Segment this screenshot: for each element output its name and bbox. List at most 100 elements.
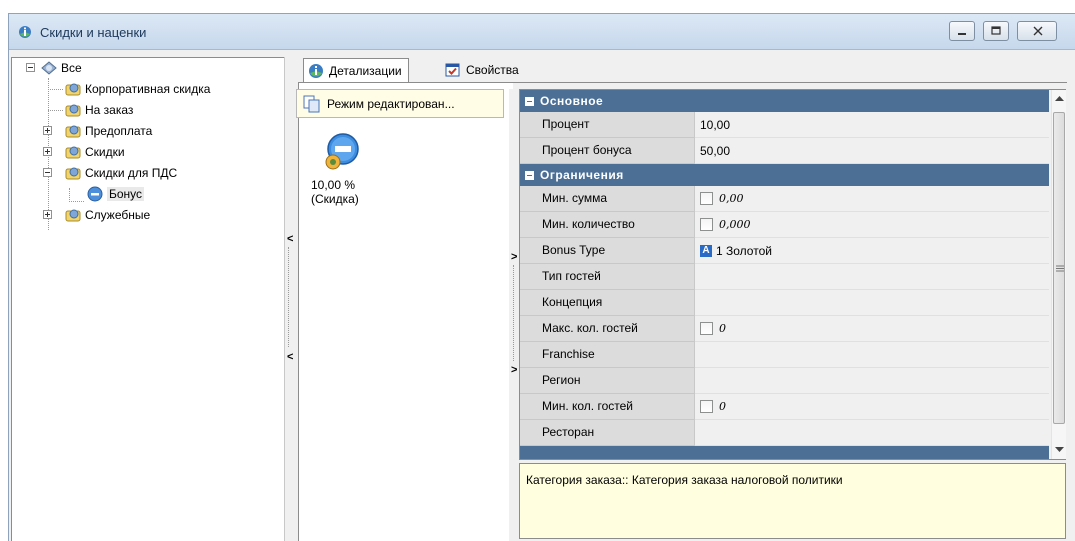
property-value[interactable]: 0 [695, 394, 1049, 420]
property-name: Регион [520, 368, 695, 394]
category-label: Ограничения [540, 168, 624, 182]
property-value[interactable]: 0,000 [695, 212, 1049, 238]
tree-item-bonus[interactable]: Бонус [86, 184, 145, 204]
collapse-left-icon[interactable]: < [287, 234, 293, 245]
discount-folder-icon [64, 80, 82, 98]
property-name: Мин. сумма [520, 186, 695, 212]
property-name: Процент бонуса [520, 138, 695, 164]
property-value[interactable]: 50,00 [695, 138, 1049, 164]
edit-mode-button[interactable]: Режим редактирован... [296, 89, 504, 118]
tab-properties[interactable]: Свойства [441, 58, 525, 82]
property-value[interactable]: A 1 Золотой [695, 238, 1049, 264]
property-row[interactable]: Процент бонуса 50,00 [520, 138, 1049, 164]
property-checkbox[interactable] [700, 400, 713, 413]
property-value[interactable]: 0 [695, 316, 1049, 342]
tree-line [48, 110, 63, 111]
title-bar: Скидки и наценки [9, 14, 1075, 50]
property-checkbox[interactable] [700, 218, 713, 231]
tree-splitter[interactable]: < < [284, 57, 293, 541]
scroll-thumb[interactable] [1053, 112, 1065, 424]
value-text: 50,00 [700, 143, 731, 158]
property-value[interactable]: 0,00 [695, 186, 1049, 212]
tree-line [48, 89, 63, 90]
scroll-up-icon[interactable] [1055, 96, 1064, 102]
discount-folder-icon [64, 101, 82, 119]
tab-label: Свойства [466, 63, 519, 77]
property-row[interactable]: Концепция [520, 290, 1049, 316]
scroll-down-icon[interactable] [1055, 447, 1064, 453]
collapse-icon[interactable] [525, 170, 534, 180]
property-name: Ресторан [520, 420, 695, 446]
property-value[interactable]: 10,00 [695, 112, 1049, 138]
expand-right-icon[interactable]: > [511, 252, 517, 263]
tree-line [69, 188, 70, 202]
tree-item-prepayment[interactable]: Предоплата [43, 121, 152, 141]
property-value[interactable] [695, 342, 1049, 368]
tree-item-label: На заказ [85, 103, 134, 117]
minimize-button[interactable] [949, 21, 975, 41]
expand-icon[interactable] [43, 210, 52, 219]
category-partial[interactable] [520, 446, 1049, 459]
property-name: Тип гостей [520, 264, 695, 290]
tree-item-label: Скидки для ПДС [85, 166, 178, 180]
expand-icon[interactable] [43, 126, 52, 135]
value-text: 0,000 [719, 218, 751, 231]
property-row[interactable]: Franchise [520, 342, 1049, 368]
edit-mode-label: Режим редактирован... [327, 96, 455, 111]
property-value[interactable] [695, 368, 1049, 394]
app-info-icon [18, 25, 32, 39]
collapse-icon[interactable] [43, 168, 52, 177]
property-row[interactable]: Мин. сумма 0,00 [520, 186, 1049, 212]
tree-item-pds-discounts[interactable]: Скидки для ПДС [43, 163, 177, 183]
tree-item-label: Корпоративная скидка [85, 82, 211, 96]
maximize-button[interactable] [983, 21, 1009, 41]
property-row[interactable]: Мин. количество 0,000 [520, 212, 1049, 238]
category-restrictions[interactable]: Ограничения [520, 164, 1049, 186]
property-row[interactable]: Макс. кол. гостей 0 [520, 316, 1049, 342]
property-value[interactable] [695, 420, 1049, 446]
property-value[interactable] [695, 264, 1049, 290]
collapse-icon[interactable] [525, 96, 534, 106]
property-description: Категория заказа:: Категория заказа нало… [519, 463, 1066, 539]
tree-item-label: Скидки [85, 145, 125, 159]
grid-splitter[interactable]: > > [509, 89, 518, 541]
property-row[interactable]: Регион [520, 368, 1049, 394]
tree-item-label: Бонус [107, 187, 145, 201]
tree-item-to-order[interactable]: На заказ [64, 100, 133, 120]
tab-details[interactable]: Детализации [303, 58, 409, 82]
expand-icon[interactable] [43, 147, 52, 156]
discount-tile[interactable]: 10,00 % (Скидка) [308, 132, 378, 206]
collapse-left-icon[interactable]: < [287, 352, 293, 363]
close-button[interactable] [1017, 21, 1057, 41]
property-name: Bonus Type [520, 238, 695, 264]
category-tree: Все Корпоративная скидка На заказ Предоп… [11, 57, 284, 541]
property-row[interactable]: Ресторан [520, 420, 1049, 446]
tree-item-label: Предоплата [85, 124, 153, 138]
property-row[interactable]: Тип гостей [520, 264, 1049, 290]
tree-item-root[interactable]: Все [26, 58, 82, 78]
value-text: 10,00 [700, 117, 731, 132]
discount-item-icon [322, 132, 362, 172]
property-value[interactable] [695, 290, 1049, 316]
category-main[interactable]: Основное [520, 90, 1049, 112]
value-text: 0 [719, 322, 726, 335]
grid-scrollbar[interactable] [1051, 90, 1066, 459]
tree-item-service[interactable]: Служебные [43, 205, 150, 225]
property-name: Мин. количество [520, 212, 695, 238]
collapse-icon[interactable] [26, 63, 35, 72]
property-checkbox[interactable] [700, 192, 713, 205]
expand-right-icon[interactable]: > [511, 365, 517, 376]
category-label: Основное [540, 94, 604, 108]
property-row[interactable]: Мин. кол. гостей 0 [520, 394, 1049, 420]
properties-icon [445, 62, 461, 78]
property-name: Процент [520, 112, 695, 138]
discount-type: (Скидка) [311, 192, 359, 206]
tree-item-discounts[interactable]: Скидки [43, 142, 125, 162]
tree-item-label: Служебные [85, 208, 151, 222]
property-row[interactable]: Bonus Type A 1 Золотой [520, 238, 1049, 264]
grip-icon [1056, 265, 1064, 272]
splitter-grip [288, 247, 289, 347]
tree-item-corporate[interactable]: Корпоративная скидка [64, 79, 210, 99]
property-row[interactable]: Процент 10,00 [520, 112, 1049, 138]
property-checkbox[interactable] [700, 322, 713, 335]
